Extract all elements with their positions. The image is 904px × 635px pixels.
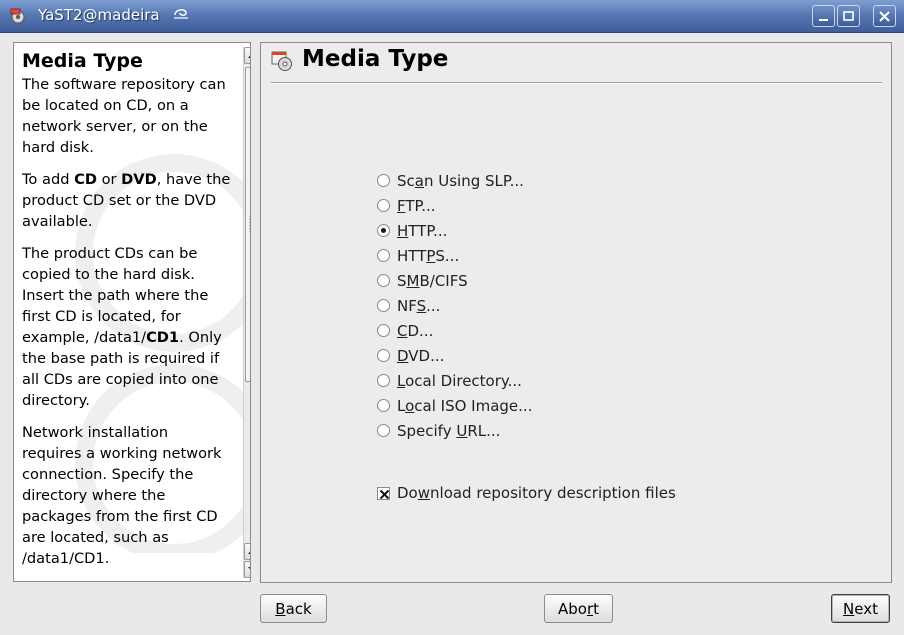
option-label: Specify URL...: [397, 421, 501, 440]
close-icon: [879, 11, 890, 22]
help-paragraph: To add CD or DVD, have the product CD se…: [22, 171, 231, 230]
media-type-radio-group: Scan Using SLP... FTP... HTTP... HTTPS... SM…: [377, 168, 532, 443]
option-label: HTTP...: [397, 221, 448, 240]
check-x-icon: [379, 489, 390, 499]
option-label: FTP...: [397, 196, 436, 215]
media-type-option[interactable]: Specify URL...: [377, 418, 532, 443]
radio-button[interactable]: [377, 374, 390, 387]
scroll-up-button[interactable]: [244, 47, 250, 64]
arrow-up-icon: [248, 55, 250, 58]
radio-button[interactable]: [377, 199, 390, 212]
option-label: CD...: [397, 321, 434, 340]
radio-button[interactable]: [377, 224, 390, 237]
arrow-down-icon: [248, 567, 250, 570]
minimize-icon: [819, 19, 828, 21]
option-label: Local ISO Image...: [397, 396, 533, 415]
scroll-thumb[interactable]: [245, 67, 250, 382]
media-type-icon: [271, 51, 292, 71]
content-pane: Media Type Scan Using SLP... FTP... HTTP..…: [260, 42, 892, 583]
next-button[interactable]: Next: [831, 594, 890, 623]
help-title: Media Type: [22, 50, 143, 72]
download-descriptions-checkbox[interactable]: Download repository description files: [377, 483, 676, 503]
help-paragraph: The product CDs can be copied to the har…: [22, 245, 222, 409]
scroll-up-button[interactable]: [244, 543, 250, 560]
media-type-option[interactable]: FTP...: [377, 193, 532, 218]
media-type-option[interactable]: Local ISO Image...: [377, 393, 532, 418]
grip-icon: [249, 216, 250, 234]
option-label: SMB/CIFS: [397, 271, 468, 290]
abort-button[interactable]: Abort: [544, 594, 613, 623]
option-label: Local Directory...: [397, 371, 522, 390]
media-type-option[interactable]: Local Directory...: [377, 368, 532, 393]
help-paragraph: Network installation requires a working …: [22, 424, 222, 567]
help-scrollbar[interactable]: [243, 47, 250, 578]
media-type-option[interactable]: DVD...: [377, 343, 532, 368]
option-label: NFS...: [397, 296, 441, 315]
radio-button[interactable]: [377, 299, 390, 312]
title-divider: [271, 82, 882, 84]
back-button[interactable]: Back: [260, 594, 327, 623]
option-label: DVD...: [397, 346, 445, 365]
radio-button[interactable]: [377, 424, 390, 437]
scroll-down-button[interactable]: [244, 561, 250, 578]
media-type-option[interactable]: HTTP...: [377, 218, 532, 243]
media-type-option[interactable]: HTTPS...: [377, 243, 532, 268]
arrow-up-icon: [248, 551, 250, 554]
radio-button[interactable]: [377, 349, 390, 362]
media-type-option[interactable]: NFS...: [377, 293, 532, 318]
media-type-option[interactable]: SMB/CIFS: [377, 268, 532, 293]
window-sticky-icon[interactable]: [172, 4, 190, 20]
window-title: YaST2@madeira: [38, 6, 160, 24]
checkbox-box[interactable]: [377, 486, 390, 500]
option-label: HTTPS...: [397, 246, 460, 265]
radio-button[interactable]: [377, 399, 390, 412]
maximize-button[interactable]: [837, 5, 860, 27]
radio-button[interactable]: [377, 249, 390, 262]
page-title: Media Type: [302, 46, 449, 72]
media-type-option[interactable]: CD...: [377, 318, 532, 343]
radio-button[interactable]: [377, 174, 390, 187]
radio-button[interactable]: [377, 274, 390, 287]
yast-app-icon: [10, 8, 25, 24]
help-text: Media Type The software repository can b…: [22, 49, 232, 580]
checkbox-label: Download repository description files: [397, 484, 676, 502]
radio-button[interactable]: [377, 324, 390, 337]
maximize-icon: [843, 11, 854, 21]
window-titlebar[interactable]: YaST2@madeira: [0, 0, 904, 33]
media-type-option[interactable]: Scan Using SLP...: [377, 168, 532, 193]
option-label: Scan Using SLP...: [397, 171, 524, 190]
close-button[interactable]: [873, 5, 896, 27]
minimize-button[interactable]: [812, 5, 835, 27]
help-paragraph: The software repository can be located o…: [22, 76, 226, 156]
help-pane[interactable]: Media Type The software repository can b…: [13, 42, 251, 582]
